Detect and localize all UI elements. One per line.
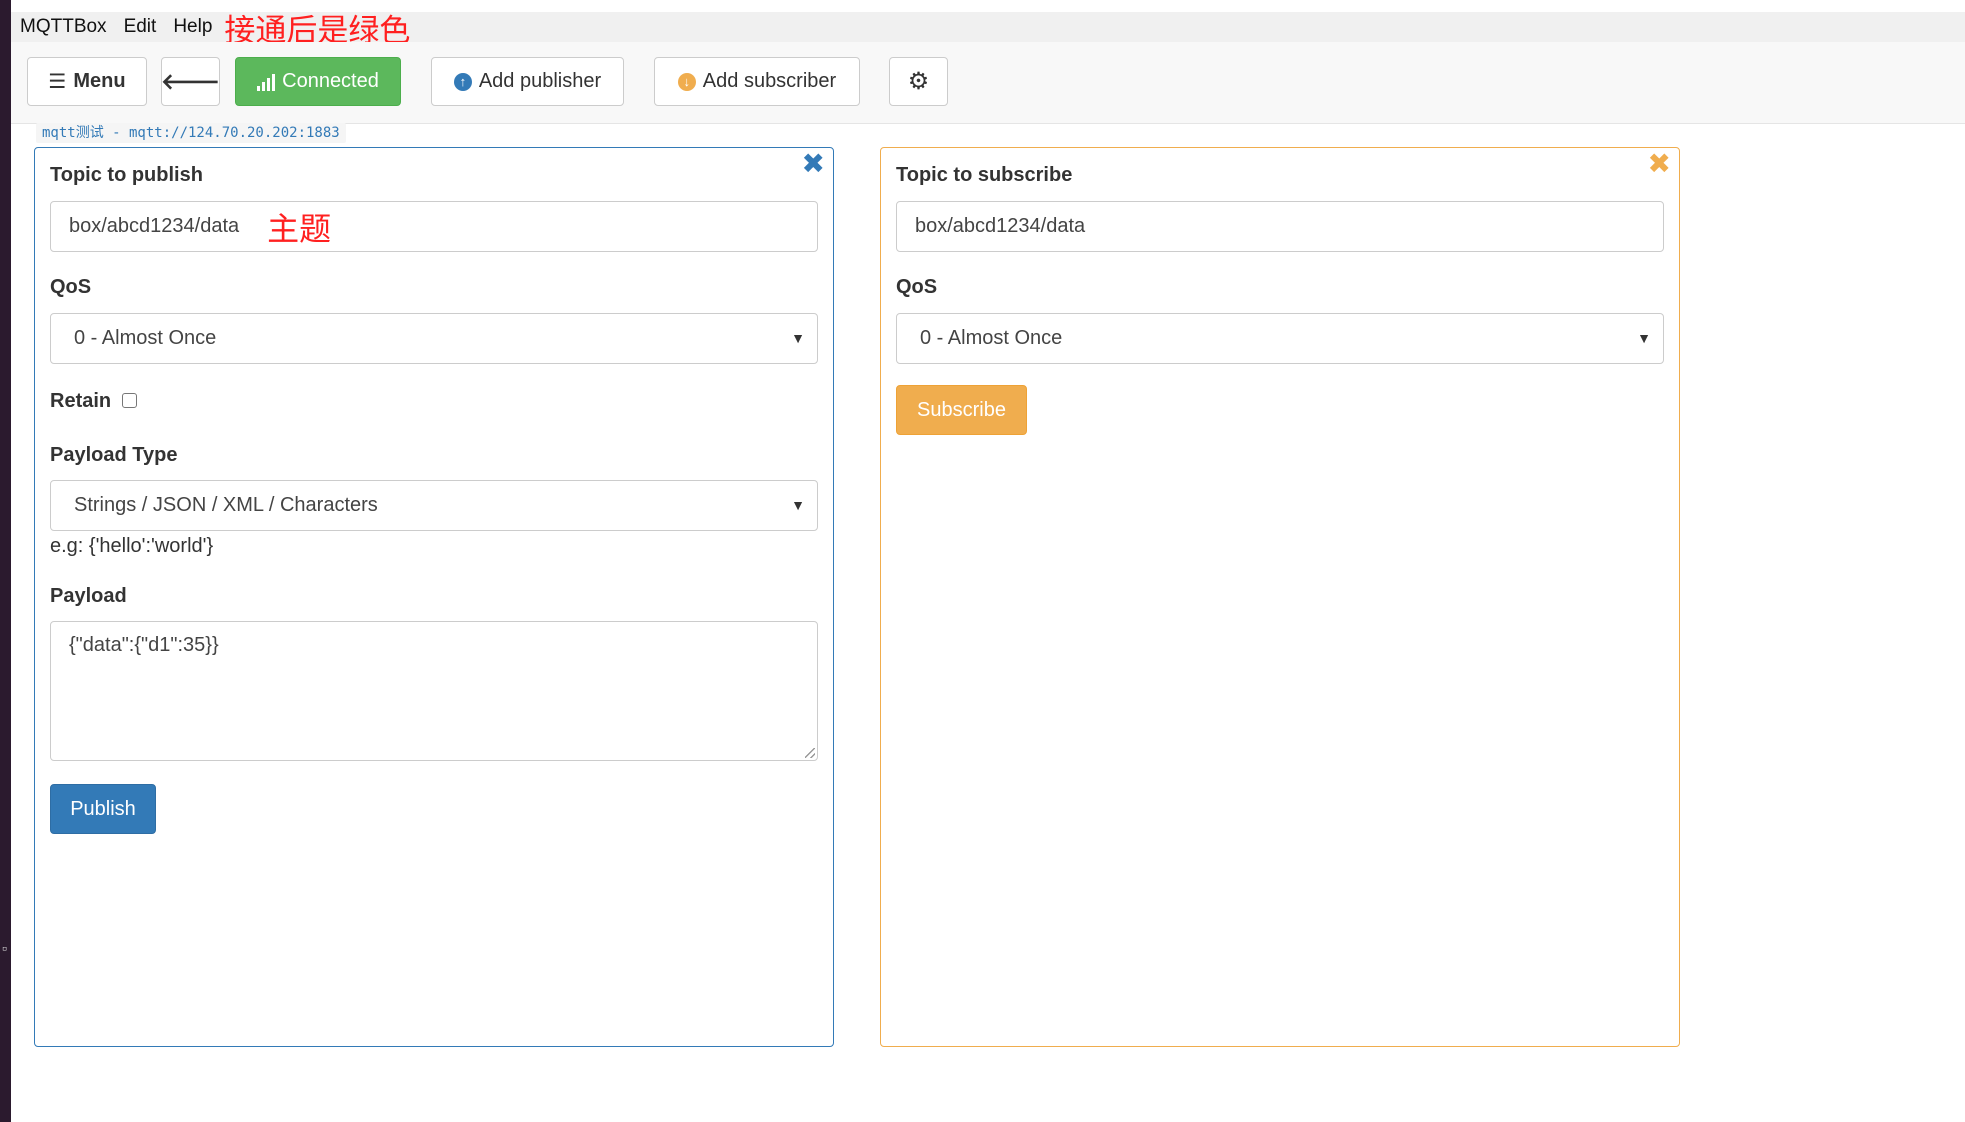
payload-type-value: Strings / JSON / XML / Characters <box>74 494 378 516</box>
menu-bar: MQTTBox Edit Help 接通后是绿色 <box>11 12 1965 49</box>
arrow-up-circle-icon: ↑ <box>453 72 472 91</box>
publish-qos-select[interactable]: 0 - Almost Once ▼ <box>50 313 818 364</box>
subscribe-topic-value: box/abcd1234/data <box>915 215 1086 237</box>
connection-status-button[interactable]: Connected <box>235 57 401 106</box>
menu-button-label: Menu <box>73 70 126 92</box>
publish-topic-value: box/abcd1234/data <box>69 215 240 237</box>
add-subscriber-label: Add subscriber <box>702 70 837 92</box>
subscribe-qos-label: QoS <box>896 276 938 298</box>
arrow-left-icon: 🡐 <box>161 68 220 94</box>
subscribe-qos-value: 0 - Almost Once <box>920 327 1063 349</box>
gear-icon: ⚙ <box>907 68 930 95</box>
desktop-left-edge: ▫ <box>0 0 11 1122</box>
payload-textarea[interactable]: {"data":{"d1":35}} <box>50 621 818 761</box>
caret-down-icon: ▼ <box>791 497 805 513</box>
publish-qos-value: 0 - Almost Once <box>74 327 217 349</box>
publish-qos-label: QoS <box>50 276 92 298</box>
topic-to-subscribe-label: Topic to subscribe <box>896 164 1073 186</box>
retain-checkbox[interactable] <box>122 393 137 408</box>
topic-to-publish-label: Topic to publish <box>50 164 203 186</box>
connection-name-label: mqtt测试 - mqtt://124.70.20.202:1883 <box>36 123 346 143</box>
publish-topic-input[interactable]: box/abcd1234/data 主题 <box>50 201 818 252</box>
add-publisher-button[interactable]: ↑ Add publisher <box>431 57 624 106</box>
payload-type-select[interactable]: Strings / JSON / XML / Characters ▼ <box>50 480 818 531</box>
signal-bars-icon <box>257 73 276 91</box>
menu-edit[interactable]: Edit <box>115 16 157 38</box>
payload-hint: e.g: {'hello':'world'} <box>50 535 214 557</box>
subscribe-qos-select[interactable]: 0 - Almost Once ▼ <box>896 313 1664 364</box>
publisher-panel: ✖ Topic to publish box/abcd1234/data 主题 … <box>34 147 834 1047</box>
caret-down-icon: ▼ <box>1637 330 1651 346</box>
hamburger-icon: ☰ <box>48 71 67 93</box>
subscriber-panel: ✖ Topic to subscribe box/abcd1234/data Q… <box>880 147 1680 1047</box>
payload-type-label: Payload Type <box>50 444 178 466</box>
subscribe-topic-input[interactable]: box/abcd1234/data <box>896 201 1664 252</box>
close-icon[interactable]: ✖ <box>1648 150 1671 178</box>
close-icon[interactable]: ✖ <box>802 150 825 178</box>
desktop-edge-glyph: ▫ <box>2 940 7 956</box>
menu-button[interactable]: ☰ Menu <box>27 57 147 106</box>
publish-button[interactable]: Publish <box>50 784 156 834</box>
add-publisher-label: Add publisher <box>478 70 602 92</box>
payload-value: {"data":{"d1":35}} <box>69 634 219 656</box>
arrow-down-circle-icon: ↓ <box>677 72 696 91</box>
toolbar: ☰ Menu 🡐 Connected ↑ Add publisher ↓ Add… <box>11 42 1965 124</box>
retain-label: Retain <box>50 390 112 412</box>
back-button[interactable]: 🡐 <box>161 57 220 106</box>
connected-label: Connected <box>282 70 379 92</box>
topic-annotation: 主题 <box>267 209 332 248</box>
resize-grip-icon[interactable] <box>805 748 815 758</box>
caret-down-icon: ▼ <box>791 330 805 346</box>
menu-mqttbox[interactable]: MQTTBox <box>11 16 107 38</box>
menu-help[interactable]: Help <box>164 16 212 38</box>
add-subscriber-button[interactable]: ↓ Add subscriber <box>654 57 860 106</box>
subscribe-button[interactable]: Subscribe <box>896 385 1027 435</box>
settings-button[interactable]: ⚙ <box>889 57 948 106</box>
payload-label: Payload <box>50 585 127 607</box>
